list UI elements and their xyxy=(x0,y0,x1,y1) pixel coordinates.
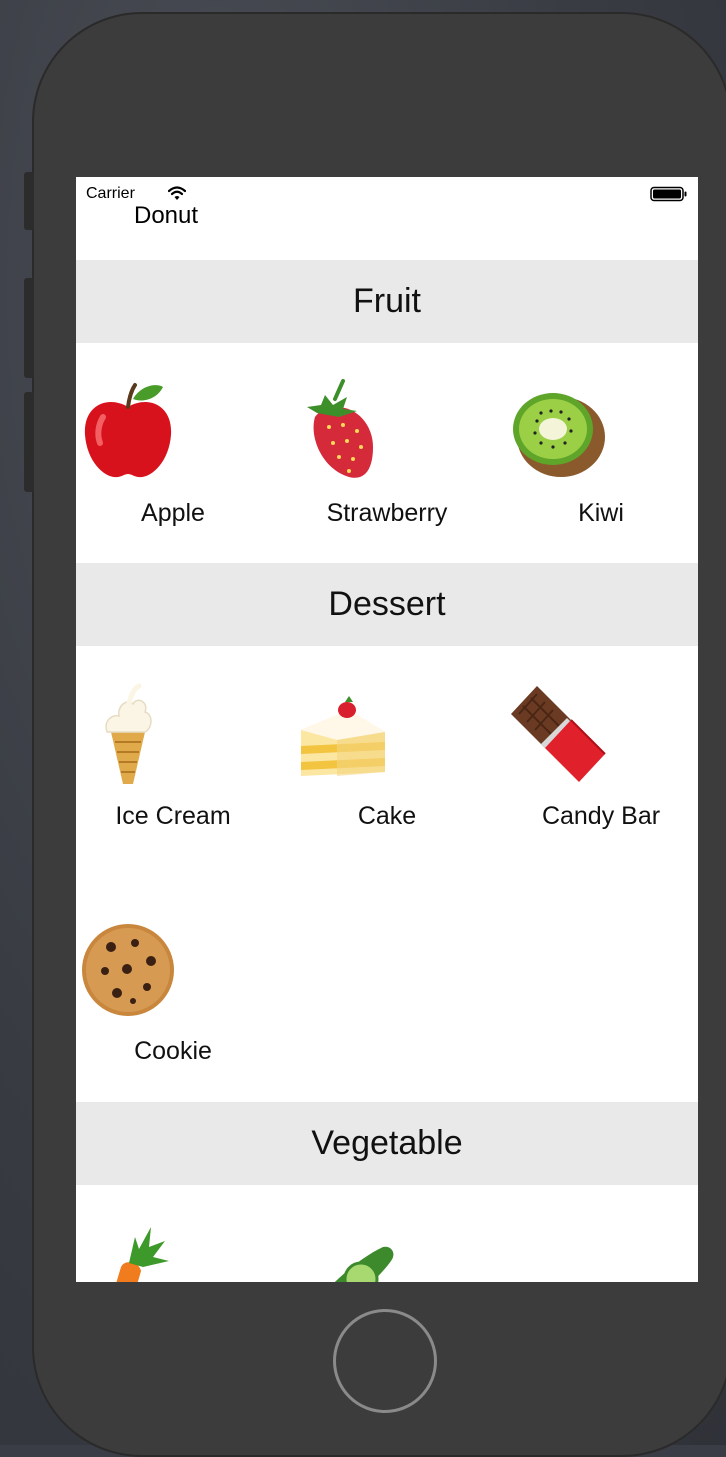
kiwi-icon xyxy=(513,393,605,477)
grid-cell-cookie[interactable]: Cookie xyxy=(76,915,273,1066)
phone-screen: Carrier Donut Fruit Apple Strawberry Kiw… xyxy=(76,177,698,1282)
section-header-dessert: Dessert xyxy=(76,563,698,646)
home-button[interactable] xyxy=(333,1309,437,1413)
carrier-label: Carrier xyxy=(86,185,135,202)
carrot-icon xyxy=(116,1227,169,1282)
cucumber-icon xyxy=(334,1246,394,1282)
apple-icon xyxy=(84,383,172,478)
section-header-vegetable: Vegetable xyxy=(76,1102,698,1185)
grid-cell-label: Cake xyxy=(357,802,417,830)
wifi-icon xyxy=(168,186,186,200)
grid-cell-carrot[interactable] xyxy=(76,1217,273,1282)
section-header-fruit: Fruit xyxy=(76,260,698,343)
grid-cell-label: Kiwi xyxy=(578,499,624,527)
volume-up-button xyxy=(24,278,34,378)
grid-cell-apple[interactable]: Apple xyxy=(76,377,273,528)
grid-cell-label: Candy Bar xyxy=(541,802,661,830)
cookie-icon xyxy=(82,924,174,1016)
ice-cream-icon xyxy=(105,683,152,784)
grid-cell-cake[interactable]: Cake xyxy=(287,680,487,831)
candy-bar-icon xyxy=(511,686,606,782)
strawberry-icon xyxy=(307,379,373,478)
grid-cell-label: Ice Cream xyxy=(115,802,231,830)
floating-cell-label: Donut xyxy=(134,202,199,229)
mute-switch xyxy=(24,172,34,230)
grid-cell-kiwi[interactable]: Kiwi xyxy=(501,377,698,528)
grid-cell-strawberry[interactable]: Strawberry xyxy=(287,377,487,528)
grid-cell-ice-cream[interactable]: Ice Cream xyxy=(76,680,273,831)
volume-down-button xyxy=(24,392,34,492)
grid-cell-label: Strawberry xyxy=(326,499,448,527)
grid-cell-cucumber[interactable] xyxy=(287,1217,487,1282)
battery-icon xyxy=(650,186,687,202)
grid-cell-candy-bar[interactable]: Candy Bar xyxy=(501,680,698,831)
cake-icon xyxy=(301,696,385,776)
grid-cell-label: Cookie xyxy=(134,1037,212,1065)
grid-cell-label: Apple xyxy=(141,499,205,527)
